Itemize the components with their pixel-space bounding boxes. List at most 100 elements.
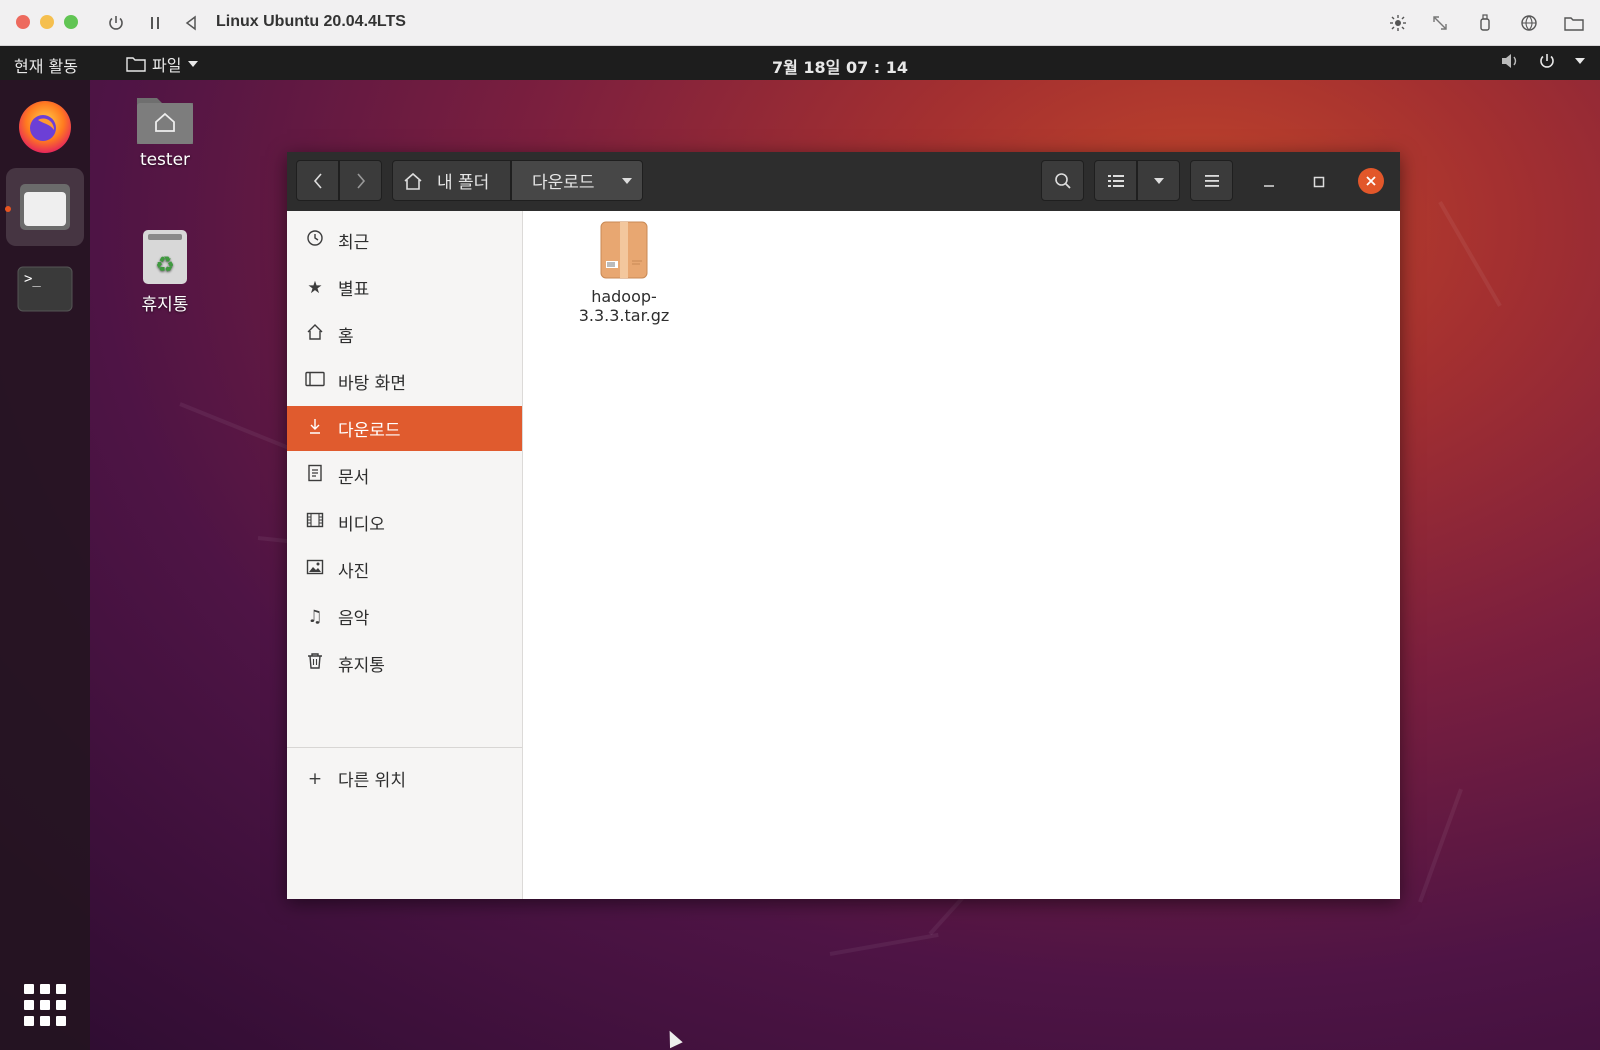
sidebar-item-desktop[interactable]: 바탕 화면 <box>287 359 522 404</box>
minimize-icon <box>1264 185 1274 187</box>
folder-icon <box>126 57 146 72</box>
sidebar-item-starred[interactable]: ★ 별표 <box>287 265 522 310</box>
dock: >_ <box>0 80 90 1050</box>
sidebar-item-trash[interactable]: 휴지통 <box>287 641 522 686</box>
clock[interactable]: 7월 18일 07 : 14 <box>760 54 920 78</box>
brightness-icon[interactable] <box>1386 11 1410 35</box>
chevron-down-icon <box>621 177 632 184</box>
sidebar-item-label: 문서 <box>338 468 370 488</box>
dock-firefox[interactable] <box>6 86 84 164</box>
picture-icon <box>304 559 326 580</box>
path-home-button[interactable]: 내 폴더 <box>392 160 511 201</box>
close-button[interactable] <box>1358 168 1384 194</box>
sidebar-item-label: 최근 <box>338 233 370 253</box>
download-icon <box>304 417 326 440</box>
network-icon[interactable] <box>1517 11 1541 35</box>
sidebar-item-downloads[interactable]: 다운로드 <box>287 406 522 451</box>
list-view-icon <box>1107 174 1124 187</box>
chevron-right-icon <box>356 172 365 189</box>
ubuntu-top-panel: 현재 활동 파일 7월 18일 07 : 14 <box>0 46 1600 80</box>
view-list-button[interactable] <box>1094 160 1137 201</box>
sidebar-item-label: 비디오 <box>338 515 385 535</box>
desktop-icon-trash[interactable]: ♻ 휴지통 <box>110 228 220 315</box>
chevron-down-icon <box>188 61 199 67</box>
minimize-window-button[interactable] <box>40 15 54 29</box>
home-icon <box>404 172 422 190</box>
desktop-icon <box>304 371 326 392</box>
dock-files[interactable] <box>6 168 84 246</box>
sidebar-item-label: 다른 위치 <box>338 771 406 791</box>
menu-button[interactable] <box>1190 160 1233 201</box>
maximize-icon <box>1313 176 1325 188</box>
pause-icon[interactable] <box>143 11 167 35</box>
search-icon <box>1054 172 1071 189</box>
plus-icon: + <box>307 768 323 789</box>
sidebar-item-label: 음악 <box>338 609 370 629</box>
show-applications-icon[interactable] <box>24 984 66 1026</box>
app-menu[interactable]: 파일 <box>126 52 199 76</box>
sidebar-item-documents[interactable]: 문서 <box>287 453 522 498</box>
home-folder-icon <box>137 98 193 144</box>
sidebar-item-label: 홈 <box>338 327 354 347</box>
sidebar-item-label: 다운로드 <box>338 421 401 441</box>
music-icon: ♫ <box>307 606 323 627</box>
system-tray[interactable] <box>1500 52 1586 70</box>
wallpaper-line <box>1438 201 1502 307</box>
trash-icon <box>304 652 326 675</box>
sidebar-item-other-locations[interactable]: + 다른 위치 <box>287 756 522 801</box>
file-name: hadoop- <box>591 287 657 306</box>
sidebar-item-music[interactable]: ♫ 음악 <box>287 594 522 639</box>
close-icon <box>1366 176 1376 186</box>
resize-icon[interactable] <box>1428 11 1452 35</box>
path-current-label: 다운로드 <box>532 173 595 193</box>
chevron-down-icon <box>1153 177 1164 184</box>
usb-icon[interactable] <box>1473 11 1497 35</box>
file-item[interactable]: hadoop- 3.3.3.tar.gz <box>569 221 679 325</box>
view-options-button[interactable] <box>1137 160 1180 201</box>
nav-back-button[interactable] <box>296 160 339 201</box>
file-manager-window: 내 폴더 다운로드 최근 ★ 별표 홈 바탕 화면 다운로드 문서 비디오 사진… <box>287 152 1400 899</box>
sidebar-item-label: 바탕 화면 <box>338 374 406 394</box>
power-icon <box>1540 54 1554 68</box>
nav-forward-button[interactable] <box>339 160 382 201</box>
activities-button[interactable]: 현재 활동 <box>14 53 78 77</box>
path-current-button[interactable]: 다운로드 <box>511 160 643 201</box>
dock-terminal[interactable]: >_ <box>6 250 84 328</box>
path-home-label: 내 폴더 <box>437 173 490 193</box>
sidebar-item-pictures[interactable]: 사진 <box>287 547 522 592</box>
file-name: 3.3.3.tar.gz <box>578 306 670 325</box>
sidebar-item-label: 휴지통 <box>338 656 385 676</box>
sidebar-item-recent[interactable]: 최근 <box>287 218 522 263</box>
firefox-icon <box>19 101 71 153</box>
file-view[interactable]: hadoop- 3.3.3.tar.gz <box>523 211 1400 899</box>
back-icon[interactable] <box>179 11 203 35</box>
desktop-icon-label: tester <box>139 150 191 170</box>
chevron-left-icon <box>313 172 322 189</box>
wallpaper-line <box>829 932 939 956</box>
sidebar-item-label: 사진 <box>338 562 370 582</box>
zoom-window-button[interactable] <box>64 15 78 29</box>
close-window-button[interactable] <box>16 15 30 29</box>
sidebar-item-videos[interactable]: 비디오 <box>287 500 522 545</box>
svg-text:>_: >_ <box>24 271 41 287</box>
vm-window-titlebar: Linux Ubuntu 20.04.4LTS <box>0 0 1600 46</box>
sidebar: 최근 ★ 별표 홈 바탕 화면 다운로드 문서 비디오 사진 ♫ 음악 휴지통 … <box>287 211 523 899</box>
chevron-down-icon <box>1575 58 1585 64</box>
search-button[interactable] <box>1041 160 1084 201</box>
svg-text:♻: ♻ <box>155 253 175 278</box>
app-menu-label: 파일 <box>152 56 182 75</box>
files-icon <box>20 184 70 230</box>
sidebar-divider <box>287 747 522 748</box>
sidebar-item-label: 별표 <box>338 280 370 300</box>
star-icon: ★ <box>307 277 323 298</box>
sidebar-item-home[interactable]: 홈 <box>287 312 522 357</box>
trash-icon: ♻ <box>143 230 187 284</box>
desktop-icon-tester[interactable]: tester <box>110 92 220 170</box>
shared-folder-icon[interactable] <box>1562 11 1586 35</box>
maximize-button[interactable] <box>1307 170 1331 194</box>
home-icon <box>304 323 326 346</box>
minimize-button[interactable] <box>1257 170 1281 194</box>
power-icon[interactable] <box>104 11 128 35</box>
hamburger-menu-icon <box>1204 174 1219 187</box>
recent-icon <box>304 229 326 252</box>
